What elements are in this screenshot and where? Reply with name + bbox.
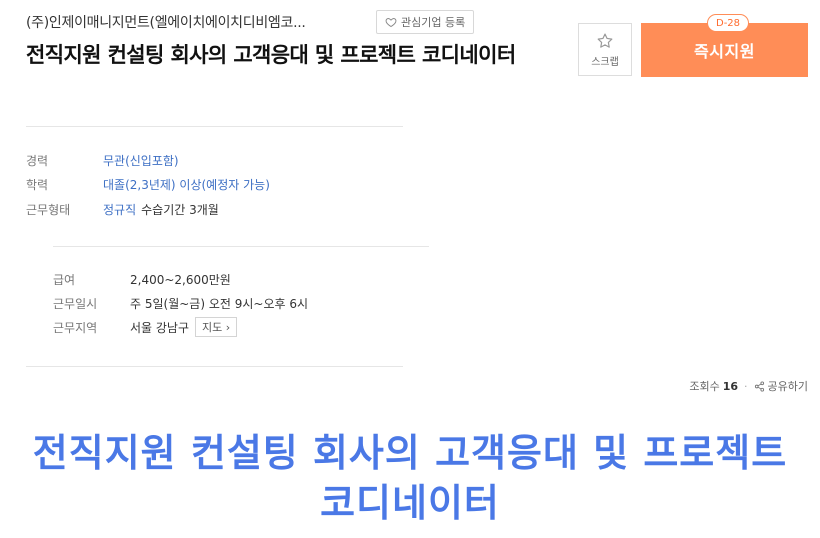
share-icon <box>754 380 764 392</box>
schedule-row: 근무일시 주 5일(월~금) 오전 9시~오후 6시 <box>53 295 308 312</box>
employment-row: 근무형태 정규직 수습기간 3개월 <box>26 201 219 218</box>
education-row: 학력 대졸(2,3년제) 이상(예정자 가능) <box>26 176 270 193</box>
view-share-meta: 조회수 16 · 공유하기 <box>689 378 808 394</box>
location-value: 서울 강남구 <box>130 320 190 335</box>
company-name[interactable]: (주)인제이매니지먼트(엘에이치에이치디비엠코... <box>26 12 306 32</box>
share-label: 공유하기 <box>767 380 808 393</box>
schedule-value: 주 5일(월~금) 오전 9시~오후 6시 <box>130 297 309 311</box>
summary-top-divider <box>26 126 403 127</box>
scrap-button[interactable]: 스크랩 <box>578 23 632 76</box>
schedule-label: 근무일시 <box>53 297 98 311</box>
education-label: 학력 <box>26 178 49 192</box>
salary-row: 급여 2,400~2,600만원 <box>53 271 231 288</box>
share-button[interactable]: 공유하기 <box>754 378 808 394</box>
star-icon <box>597 33 613 48</box>
favorite-company-button[interactable]: 관심기업 등록 <box>376 10 475 34</box>
map-button[interactable]: 지도 › <box>195 317 238 337</box>
views-label: 조회수 <box>689 380 720 393</box>
career-value[interactable]: 무관(신입포함) <box>103 152 179 169</box>
large-title-caption: 전직지원 컨설팅 회사의 고객응대 및 프로젝트 코디네이터 <box>32 431 788 525</box>
employment-label: 근무형태 <box>26 203 71 217</box>
meta-separator: · <box>744 379 748 393</box>
dday-badge: D-28 <box>707 14 750 32</box>
salary-label: 급여 <box>53 273 76 287</box>
employment-value[interactable]: 정규직 <box>103 201 136 218</box>
salary-value: 2,400~2,600만원 <box>130 273 231 287</box>
scrap-label: 스크랩 <box>591 56 619 68</box>
heart-icon <box>385 17 397 28</box>
career-label: 경력 <box>26 154 49 168</box>
probation-text: 수습기간 3개월 <box>141 203 219 217</box>
conditions-bottom-divider <box>26 366 403 367</box>
education-value[interactable]: 대졸(2,3년제) 이상(예정자 가능) <box>103 176 270 193</box>
location-label: 근무지역 <box>53 320 98 335</box>
summary-mid-divider <box>53 246 429 247</box>
job-title: 전직지원 컨설팅 회사의 고객응대 및 프로젝트 코디네이터 <box>26 43 516 67</box>
favorite-company-label: 관심기업 등록 <box>401 16 466 29</box>
location-row: 근무지역 서울 강남구 지도 › <box>53 317 238 337</box>
career-row: 경력 무관(신입포함) <box>26 152 179 169</box>
views-count: 16 <box>722 379 739 393</box>
apply-now-label: 즉시지원 <box>694 42 755 61</box>
